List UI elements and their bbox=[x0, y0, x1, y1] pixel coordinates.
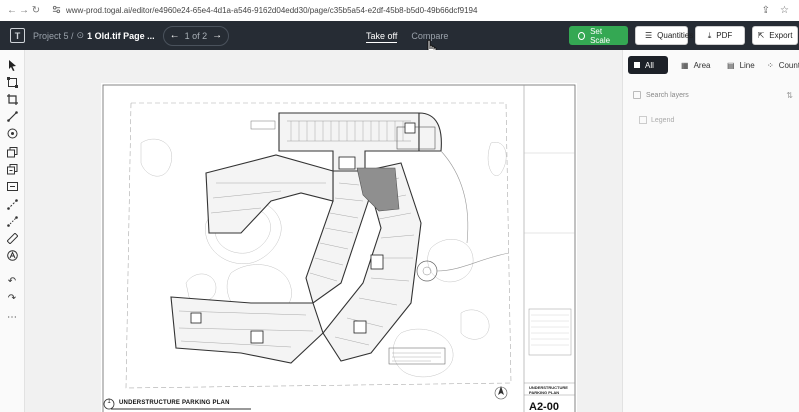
export-icon: ⇱ bbox=[757, 31, 765, 40]
undo-icon[interactable]: ↶ bbox=[5, 274, 19, 288]
page-indicator: 1 of 2 bbox=[184, 30, 208, 41]
quantities-label: Quantities bbox=[657, 31, 694, 40]
pdf-button[interactable]: ⤓ PDF bbox=[695, 26, 745, 45]
back-icon[interactable]: ← bbox=[6, 5, 18, 16]
left-toolbar: ↶ ↷ ⋯ bbox=[0, 50, 25, 412]
page-pager: ← 1 of 2 → bbox=[162, 25, 230, 46]
site-info-icon[interactable] bbox=[52, 5, 61, 16]
area-tool-icon[interactable] bbox=[5, 75, 19, 89]
drawing-sheet: 1 UNDERSTRUCTURE PARKING PLAN UNDERSTRUC… bbox=[101, 83, 577, 412]
site-plan-drawing bbox=[102, 84, 576, 412]
export-label: Export bbox=[769, 31, 793, 40]
copy-icon[interactable] bbox=[5, 145, 19, 159]
share-icon[interactable]: ⇪ bbox=[762, 5, 770, 16]
sort-icon[interactable]: ⇅ bbox=[786, 91, 793, 100]
forward-icon[interactable]: → bbox=[18, 5, 30, 16]
prev-page-icon[interactable]: ← bbox=[170, 30, 180, 41]
browser-chrome: ← → ↻ www-prod.togal.ai/editor/e4960e24-… bbox=[0, 0, 799, 22]
crop-icon[interactable] bbox=[5, 92, 19, 106]
duplicate-icon[interactable] bbox=[5, 162, 19, 176]
text-box-icon[interactable] bbox=[5, 179, 19, 193]
url-text: www-prod.togal.ai/editor/e4960e24-65e4-4… bbox=[66, 6, 478, 15]
square-icon bbox=[634, 62, 640, 68]
filter-tab-count[interactable]: ⁘ Count bbox=[761, 56, 799, 74]
list-icon: ☰ bbox=[645, 31, 653, 40]
pdf-label: PDF bbox=[716, 31, 733, 40]
search-placeholder: Search layers bbox=[646, 91, 689, 99]
redo-icon[interactable]: ↷ bbox=[5, 291, 19, 305]
select-pointer-icon[interactable] bbox=[5, 58, 19, 72]
title-block-name: UNDERSTRUCTURE PARKING PLAN bbox=[529, 385, 568, 395]
measure-icon[interactable] bbox=[5, 197, 19, 211]
legend-label: Legend bbox=[651, 116, 675, 124]
set-scale-button[interactable]: Set Scale bbox=[569, 26, 628, 45]
bookmark-star-icon[interactable]: ☆ bbox=[780, 5, 789, 16]
scale-icon bbox=[578, 31, 586, 40]
more-icon[interactable]: ⋯ bbox=[5, 310, 19, 324]
download-icon: ⤓ bbox=[707, 30, 712, 40]
filter-tab-area[interactable]: ▦ Area bbox=[675, 56, 715, 74]
legend-icon bbox=[639, 116, 647, 124]
ai-takeoff-icon[interactable] bbox=[5, 248, 19, 262]
line-tab-icon: ▤ bbox=[727, 60, 735, 70]
next-page-icon[interactable]: → bbox=[212, 30, 222, 41]
reload-icon[interactable]: ↻ bbox=[30, 5, 42, 16]
area-grid-icon: ▦ bbox=[681, 60, 689, 70]
breadcrumb: Project 5 / ⊙ 1 Old.tif Page ... bbox=[33, 30, 155, 41]
filter-tab-area-label: Area bbox=[693, 60, 711, 70]
file-name[interactable]: 1 Old.tif Page ... bbox=[87, 31, 155, 41]
quantities-button[interactable]: ☰ Quantities bbox=[635, 26, 693, 45]
project-breadcrumb[interactable]: Project 5 / bbox=[33, 31, 74, 41]
drawing-detail-number: 1 bbox=[107, 399, 111, 405]
set-scale-label: Set Scale bbox=[590, 26, 611, 45]
filter-tab-all[interactable]: All bbox=[628, 56, 668, 74]
filter-tab-all-label: All bbox=[645, 60, 654, 70]
line-tool-icon[interactable] bbox=[5, 109, 19, 123]
drawing-canvas[interactable]: 1 UNDERSTRUCTURE PARKING PLAN UNDERSTRUC… bbox=[25, 50, 622, 412]
count-tool-icon[interactable] bbox=[5, 126, 19, 140]
filter-tab-count-label: Count bbox=[778, 60, 799, 70]
app-logo-icon[interactable]: T bbox=[10, 28, 25, 43]
filter-tab-line[interactable]: ▤ Line bbox=[721, 56, 761, 74]
count-tab-icon: ⁘ bbox=[767, 60, 774, 70]
legend-item[interactable]: Legend bbox=[639, 116, 674, 124]
file-status-icon: ⊙ bbox=[76, 30, 85, 40]
tab-take-off[interactable]: Take off bbox=[366, 21, 398, 50]
address-bar[interactable]: www-prod.togal.ai/editor/e4960e24-65e4-4… bbox=[52, 3, 754, 18]
export-button[interactable]: ⇱ Export bbox=[752, 26, 798, 45]
filter-tab-line-label: Line bbox=[739, 60, 755, 70]
polyline-icon[interactable] bbox=[5, 214, 19, 228]
drawing-title: UNDERSTRUCTURE PARKING PLAN bbox=[119, 400, 230, 406]
layer-search-input[interactable]: Search layers ⇅ bbox=[633, 88, 793, 102]
layers-panel: All ▦ Area ▤ Line ⁘ Count Search layers … bbox=[622, 50, 799, 412]
checkbox-icon[interactable] bbox=[633, 91, 641, 99]
ruler-icon[interactable] bbox=[5, 231, 19, 245]
sheet-number: A2-00 bbox=[529, 401, 559, 412]
